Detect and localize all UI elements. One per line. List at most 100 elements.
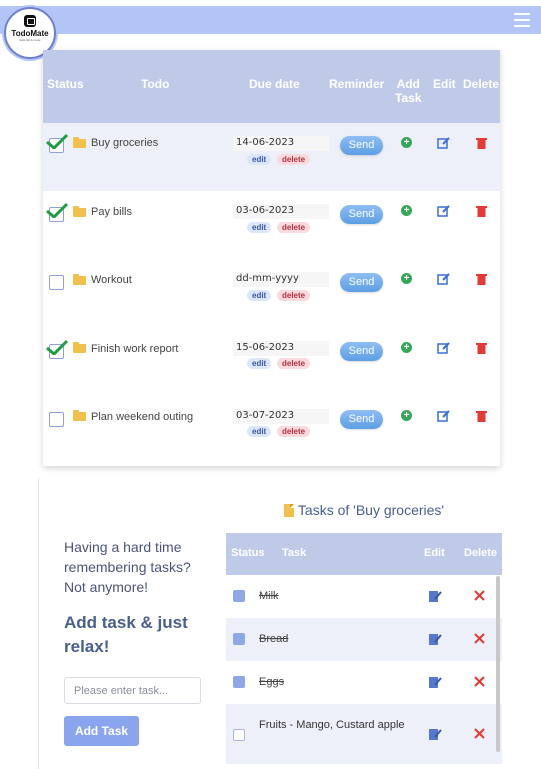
close-icon[interactable] (474, 676, 485, 687)
header-status: Status (47, 77, 84, 91)
document-icon (283, 504, 294, 517)
todo-row[interactable]: Workout dd-mm-yyyy edit delete Send + (43, 259, 500, 327)
todo-table: Status Todo Due date Reminder Add Task E… (43, 50, 500, 466)
task-input[interactable] (64, 677, 201, 704)
header-reminder: Reminder (329, 77, 385, 91)
trash-icon[interactable] (476, 273, 487, 285)
due-date-input[interactable]: dd-mm-yyyy (233, 272, 329, 287)
edit-note-icon[interactable] (428, 589, 442, 603)
hamburger-menu-icon[interactable] (514, 13, 530, 27)
subtasks-scrollbar[interactable] (496, 576, 500, 752)
folder-icon (73, 410, 86, 421)
subtask-row[interactable]: Eggs (226, 661, 502, 704)
top-nav-bar (0, 6, 541, 34)
subtask-name: Milk (259, 590, 279, 602)
subtask-row[interactable]: Fruits - Mango, Custard apple (226, 704, 502, 764)
todo-row[interactable]: Finish work report 15-06-2023 edit delet… (43, 327, 500, 395)
add-subtask-icon[interactable]: + (401, 410, 412, 421)
edit-icon[interactable] (437, 204, 451, 217)
delete-date-button[interactable]: delete (277, 222, 311, 233)
trash-icon[interactable] (476, 205, 487, 217)
sub-header-edit: Edit (424, 547, 445, 559)
send-reminder-button[interactable]: Send (340, 273, 383, 292)
delete-date-button[interactable]: delete (277, 358, 311, 369)
edit-date-button[interactable]: edit (247, 154, 272, 165)
status-checkbox[interactable] (49, 412, 64, 427)
subtask-row[interactable]: Bread (226, 618, 502, 661)
todo-row[interactable]: Buy groceries 14-06-2023 edit delete Sen… (43, 123, 500, 191)
folder-icon (73, 137, 86, 148)
send-reminder-button[interactable]: Send (340, 136, 383, 155)
edit-note-icon[interactable] (428, 632, 442, 646)
sub-header-delete: Delete (464, 547, 498, 559)
delete-date-button[interactable]: delete (277, 426, 311, 437)
header-todo: Todo (141, 77, 170, 91)
todo-name[interactable]: Finish work report (91, 343, 178, 355)
subtask-checkbox[interactable] (233, 590, 245, 602)
status-checkbox[interactable] (49, 275, 64, 290)
logo-name: TodoMate (11, 29, 49, 38)
add-task-button[interactable]: Add Task (64, 716, 139, 746)
add-task-panel: Having a hard time remembering tasks? No… (38, 478, 226, 769)
sub-header-task: Task (282, 547, 307, 559)
subtask-checkbox[interactable] (233, 729, 245, 741)
checkmark-icon (46, 202, 69, 218)
header-edit: Edit (433, 77, 456, 91)
close-icon[interactable] (474, 633, 485, 644)
edit-note-icon[interactable] (428, 675, 442, 689)
due-date-input[interactable]: 03-07-2023 (233, 409, 329, 424)
edit-date-button[interactable]: edit (247, 290, 272, 301)
subtasks-title-text: Tasks of 'Buy groceries' (297, 502, 445, 518)
close-icon[interactable] (474, 728, 485, 739)
todo-name[interactable]: Plan weekend outing (91, 411, 193, 423)
trash-icon[interactable] (476, 137, 487, 149)
due-date-input[interactable]: 14-06-2023 (233, 136, 329, 151)
subtask-name: Fruits - Mango, Custard apple (259, 719, 405, 731)
delete-date-button[interactable]: delete (277, 154, 311, 165)
edit-icon[interactable] (437, 409, 451, 422)
add-subtask-icon[interactable]: + (401, 273, 412, 284)
slogan: Add task & just relax! (64, 613, 188, 656)
header-due-date: Due date (249, 77, 300, 91)
due-date-input[interactable]: 15-06-2023 (233, 341, 329, 356)
subtask-name: Eggs (259, 676, 285, 688)
edit-note-icon[interactable] (428, 727, 442, 741)
edit-date-button[interactable]: edit (247, 358, 272, 369)
send-reminder-button[interactable]: Send (340, 342, 383, 361)
header-delete: Delete (463, 77, 500, 91)
subtasks-title: Tasks of 'Buy groceries' (226, 502, 502, 518)
tagline: Having a hard time remembering tasks? No… (64, 539, 191, 595)
folder-icon (73, 342, 86, 353)
trash-icon[interactable] (476, 342, 487, 354)
send-reminder-button[interactable]: Send (340, 410, 383, 429)
todo-table-header: Status Todo Due date Reminder Add Task E… (43, 50, 500, 123)
trash-icon[interactable] (476, 410, 487, 422)
due-date-input[interactable]: 03-06-2023 (233, 204, 329, 219)
todo-row[interactable]: Pay bills 03-06-2023 edit delete Send + (43, 191, 500, 259)
add-subtask-icon[interactable]: + (401, 342, 412, 353)
todo-name[interactable]: Pay bills (91, 206, 132, 218)
logo-subtitle: todo list & more (19, 38, 41, 42)
subtask-checkbox[interactable] (233, 676, 245, 688)
todo-row[interactable]: Plan weekend outing 03-07-2023 edit dele… (43, 395, 500, 463)
subtasks-panel: Tasks of 'Buy groceries' Status Task Edi… (226, 478, 502, 769)
todo-name[interactable]: Buy groceries (91, 137, 158, 149)
delete-date-button[interactable]: delete (277, 290, 311, 301)
sub-header-status: Status (231, 547, 265, 559)
edit-icon[interactable] (437, 341, 451, 354)
edit-date-button[interactable]: edit (247, 222, 272, 233)
add-subtask-icon[interactable]: + (401, 137, 412, 148)
send-reminder-button[interactable]: Send (340, 205, 383, 224)
header-task-label: Task (395, 91, 422, 105)
folder-icon (73, 206, 86, 217)
subtasks-table-header: Status Task Edit Delete (226, 533, 502, 575)
edit-icon[interactable] (437, 136, 451, 149)
edit-icon[interactable] (437, 272, 451, 285)
close-icon[interactable] (474, 590, 485, 601)
subtask-checkbox[interactable] (233, 633, 245, 645)
header-add-label: Add (396, 77, 420, 91)
add-subtask-icon[interactable]: + (401, 205, 412, 216)
todo-name[interactable]: Workout (91, 274, 132, 286)
subtask-row[interactable]: Milk (226, 575, 502, 618)
edit-date-button[interactable]: edit (247, 426, 272, 437)
